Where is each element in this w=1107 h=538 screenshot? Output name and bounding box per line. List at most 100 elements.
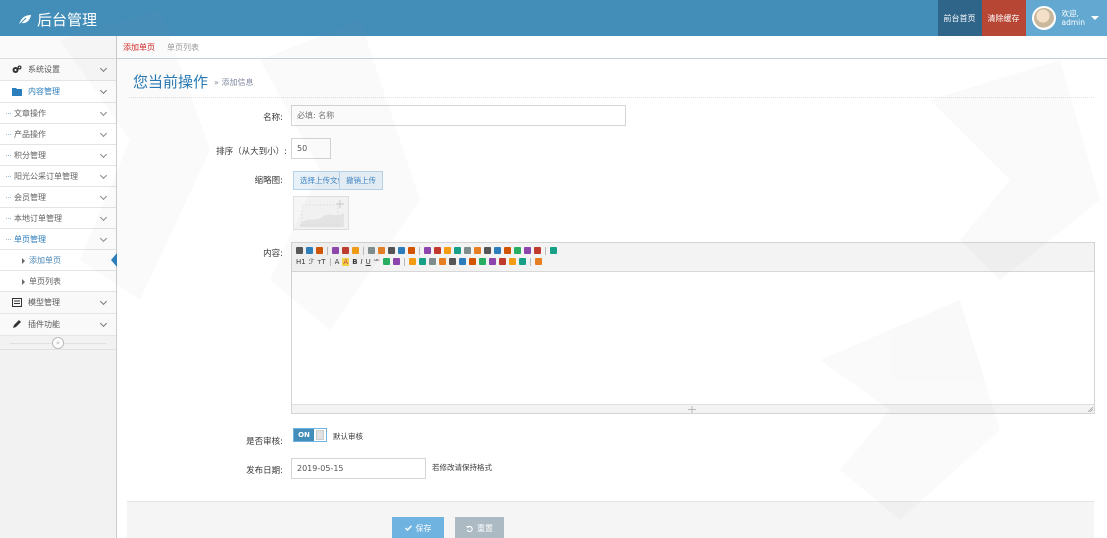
fullscreen-icon[interactable] bbox=[550, 247, 557, 254]
tab-single-page-list[interactable]: 单页列表 bbox=[161, 36, 205, 58]
leaf-icon bbox=[18, 14, 31, 25]
multi-image-icon[interactable] bbox=[418, 258, 426, 265]
publish-date-label: 发布日期: bbox=[246, 466, 283, 476]
source-icon[interactable] bbox=[296, 247, 303, 254]
toolbar-separator bbox=[529, 257, 531, 266]
sidebar-item-single-pages[interactable]: 单页管理 bbox=[0, 229, 116, 250]
sidebar-item-single-page-list[interactable]: 单页列表 bbox=[0, 271, 116, 292]
sidebar-item-label: 会员管理 bbox=[14, 192, 46, 202]
sidebar-item-product-ops[interactable]: 产品操作 bbox=[0, 124, 116, 145]
align-left-icon[interactable] bbox=[424, 247, 431, 254]
resize-handle-icon[interactable] bbox=[688, 406, 696, 413]
chevron-down-icon bbox=[99, 234, 108, 243]
font-family-button[interactable]: ℱ bbox=[309, 258, 315, 266]
sidebar-item-article-ops[interactable]: 文章操作 bbox=[0, 103, 116, 124]
subscript-icon[interactable] bbox=[504, 247, 511, 254]
publish-date-input[interactable]: 2019-05-15 bbox=[291, 458, 426, 479]
template-icon[interactable] bbox=[352, 247, 359, 254]
toggle-on-label: ON bbox=[294, 429, 314, 441]
pagebreak-icon[interactable] bbox=[448, 258, 456, 265]
heading-button[interactable]: H1 bbox=[296, 258, 306, 266]
align-center-icon[interactable] bbox=[434, 247, 441, 254]
anchor-icon[interactable] bbox=[498, 258, 506, 265]
highlight-color-button[interactable]: A bbox=[342, 257, 350, 266]
font-size-button[interactable]: тT bbox=[317, 258, 325, 266]
toolbar-separator bbox=[363, 246, 364, 255]
sidebar-item-label: 模型管理 bbox=[28, 298, 60, 307]
welcome-text: 欢迎, bbox=[1061, 9, 1079, 18]
gears-icon bbox=[12, 65, 22, 73]
insert-file-icon[interactable] bbox=[458, 258, 466, 265]
ordered-list-icon[interactable] bbox=[464, 247, 471, 254]
copy-icon[interactable] bbox=[378, 247, 385, 254]
superscript-icon[interactable] bbox=[514, 247, 521, 254]
link-icon[interactable] bbox=[508, 258, 516, 265]
sidebar-item-add-single-page[interactable]: 添加单页 bbox=[0, 250, 117, 271]
clear-format-icon[interactable] bbox=[382, 258, 390, 265]
redo-icon[interactable] bbox=[316, 247, 323, 254]
outdent-icon[interactable] bbox=[494, 247, 501, 254]
bold-button[interactable]: B bbox=[352, 258, 357, 266]
chevron-down-icon bbox=[99, 64, 108, 73]
audit-toggle[interactable]: ON bbox=[293, 428, 327, 442]
format-brush-icon[interactable] bbox=[534, 247, 541, 254]
help-icon[interactable] bbox=[534, 258, 542, 265]
tab-add-single-page[interactable]: 添加单页 bbox=[117, 36, 161, 58]
align-right-icon[interactable] bbox=[444, 247, 451, 254]
table-icon[interactable] bbox=[392, 258, 400, 265]
indent-icon[interactable] bbox=[484, 247, 491, 254]
sidebar-item-plugins[interactable]: 插件功能 bbox=[0, 314, 116, 336]
paste-text-icon[interactable] bbox=[398, 247, 405, 254]
date-format-note: 若修改请保持格式 bbox=[432, 463, 492, 472]
sidebar-item-local-orders[interactable]: 本地订单管理 bbox=[0, 208, 116, 229]
user-menu[interactable]: 欢迎, admin bbox=[1025, 0, 1107, 36]
cut-icon[interactable] bbox=[368, 247, 375, 254]
paste-word-icon[interactable] bbox=[408, 247, 415, 254]
toolbar-separator bbox=[545, 246, 546, 255]
underline-button[interactable]: U bbox=[366, 258, 371, 266]
clear-cache-button[interactable]: 清除缓存 bbox=[981, 0, 1026, 36]
undo-icon[interactable] bbox=[306, 247, 313, 254]
chevron-down-icon bbox=[99, 86, 108, 95]
flash-icon[interactable] bbox=[428, 258, 436, 265]
chevron-down-icon bbox=[99, 171, 108, 180]
brand[interactable]: 后台管理 bbox=[18, 9, 97, 30]
collapse-sidebar-icon[interactable]: « bbox=[52, 336, 64, 349]
audit-note: 默认审核 bbox=[333, 432, 363, 441]
paste-icon[interactable] bbox=[388, 247, 395, 254]
toggle-knob bbox=[316, 430, 324, 440]
save-button[interactable]: 保存 bbox=[392, 517, 444, 538]
order-input[interactable]: 50 bbox=[291, 138, 331, 159]
sidebar-item-content-management[interactable]: 内容管理 bbox=[0, 81, 116, 103]
sidebar-item-points[interactable]: 积分管理 bbox=[0, 145, 116, 166]
unlink-icon[interactable] bbox=[518, 258, 526, 265]
name-input[interactable] bbox=[291, 105, 626, 126]
select-all-icon[interactable] bbox=[524, 247, 531, 254]
sidebar-item-label: 系统设置 bbox=[28, 65, 60, 74]
horizontal-rule-icon[interactable] bbox=[488, 258, 496, 265]
sidebar-item-system-settings[interactable]: 系统设置 bbox=[0, 59, 116, 81]
sidebar-item-sunshine-orders[interactable]: 阳光公采订单管理 bbox=[0, 166, 116, 187]
sidebar-item-label: 插件功能 bbox=[28, 320, 60, 329]
print-icon[interactable] bbox=[342, 247, 349, 254]
frontend-home-button[interactable]: 前台首页 bbox=[937, 0, 982, 36]
tab-bar: 添加单页 单页列表 bbox=[117, 36, 1107, 59]
sidebar-item-model-management[interactable]: 模型管理 bbox=[0, 292, 116, 314]
unordered-list-icon[interactable] bbox=[474, 247, 481, 254]
strikethrough-button[interactable]: ᴬᴮᶜ bbox=[374, 259, 380, 265]
cancel-upload-button[interactable]: 撤销上传 bbox=[339, 171, 383, 190]
sidebar-item-members[interactable]: 会员管理 bbox=[0, 187, 116, 208]
corner-resize-icon[interactable] bbox=[1087, 406, 1093, 412]
reset-button[interactable]: 重置 bbox=[455, 517, 504, 538]
emoticon-icon[interactable] bbox=[468, 258, 476, 265]
justify-icon[interactable] bbox=[454, 247, 461, 254]
caret-down-icon bbox=[1091, 16, 1099, 20]
italic-button[interactable]: I bbox=[361, 258, 363, 266]
editor-toolbar: H1 ℱ тT A A B I U ᴬᴮᶜ bbox=[292, 243, 1094, 272]
media-icon[interactable] bbox=[438, 258, 446, 265]
font-color-button[interactable]: A bbox=[335, 258, 340, 266]
rich-text-editor[interactable]: H1 ℱ тT A A B I U ᴬᴮᶜ bbox=[291, 242, 1095, 414]
baidu-map-icon[interactable] bbox=[478, 258, 486, 265]
preview-icon[interactable] bbox=[332, 247, 339, 254]
image-icon[interactable] bbox=[408, 258, 416, 265]
